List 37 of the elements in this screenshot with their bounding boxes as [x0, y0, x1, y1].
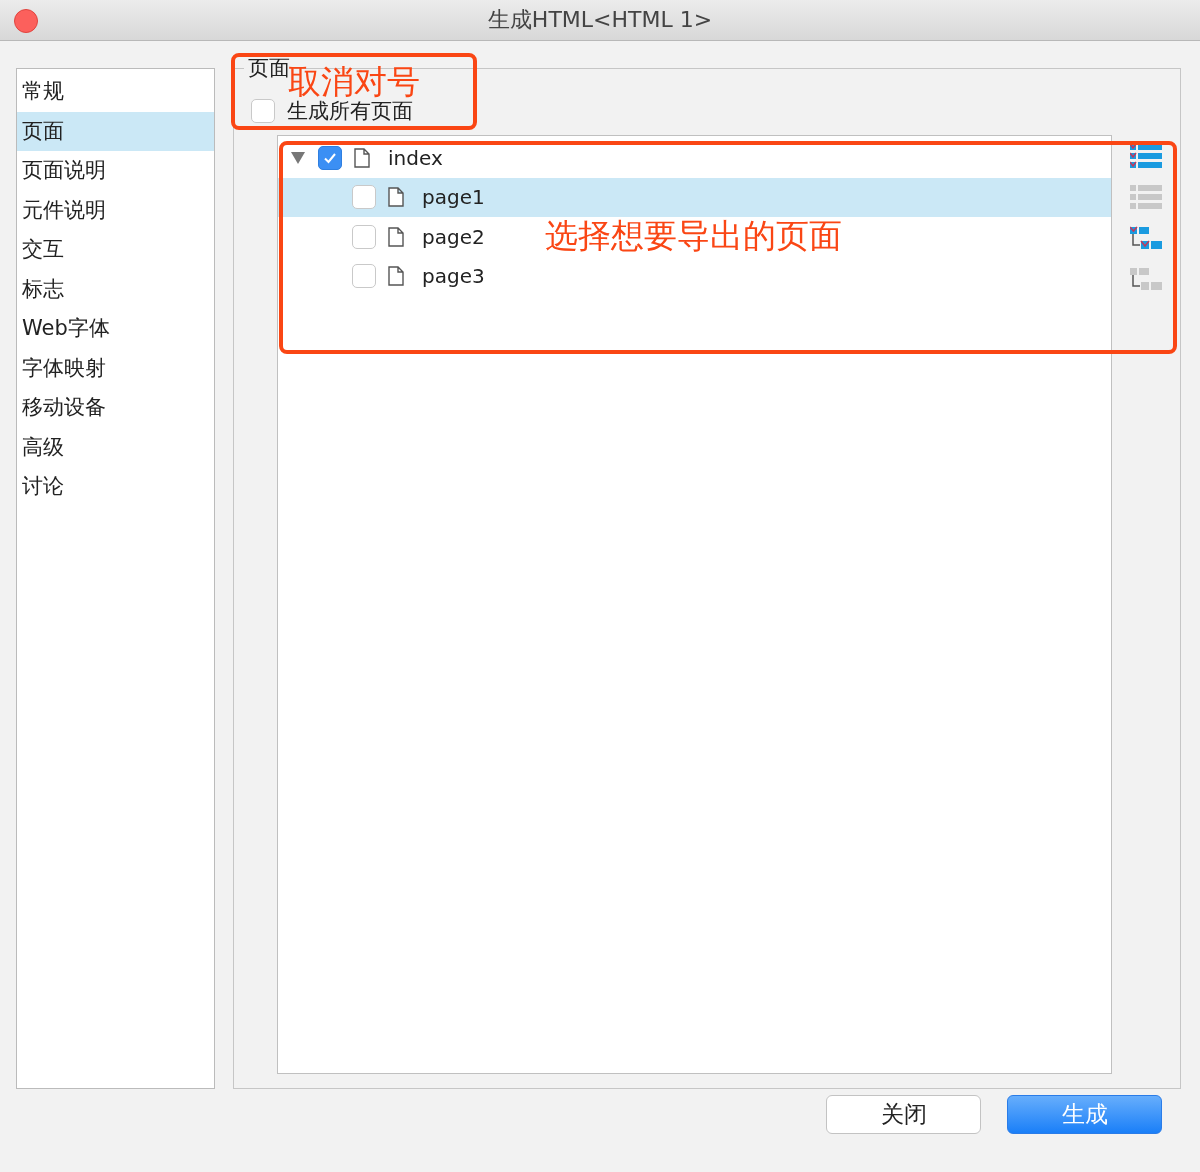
checkbox[interactable] — [318, 145, 342, 170]
page-icon — [388, 226, 404, 247]
close-button[interactable] — [14, 9, 38, 33]
sidebar-item[interactable]: 讨论 — [17, 467, 214, 507]
tree-icon[interactable] — [1130, 266, 1162, 292]
page-name: page3 — [422, 264, 485, 289]
checkbox-label: 生成所有页面 — [287, 98, 413, 125]
tree-row[interactable]: index — [278, 138, 449, 178]
tree-row[interactable]: page2 — [278, 217, 491, 257]
tree-check-icon[interactable] — [1130, 225, 1162, 251]
tree-row[interactable]: page3 — [278, 256, 491, 296]
page-icon — [388, 187, 404, 208]
sidebar-item[interactable]: Web字体 — [17, 309, 214, 349]
check-all-icon[interactable] — [1130, 143, 1162, 169]
sidebar-item[interactable]: 页面说明 — [17, 151, 214, 191]
page-icon — [354, 147, 370, 168]
tree-row[interactable]: page1 — [278, 177, 1111, 217]
window-title: 生成HTML<HTML 1> — [487, 6, 713, 34]
page-icon — [388, 266, 404, 287]
sidebar-item[interactable]: 交互 — [17, 230, 214, 270]
checkbox[interactable] — [352, 264, 376, 289]
checkbox[interactable] — [352, 185, 376, 210]
page-name: page1 — [422, 185, 485, 210]
page-name: index — [388, 145, 443, 170]
expand-triangle-icon[interactable] — [291, 151, 305, 164]
sidebar-item[interactable]: 常规 — [17, 72, 214, 112]
close-dialog-button[interactable]: 关闭 — [826, 1095, 981, 1134]
sidebar-item[interactable]: 标志 — [17, 269, 214, 309]
sidebar-item[interactable]: 高级 — [17, 427, 214, 467]
page-name: page2 — [422, 224, 485, 249]
checkbox[interactable] — [251, 99, 275, 123]
sidebar-item[interactable]: 字体映射 — [17, 348, 214, 388]
sidebar-item[interactable]: 元件说明 — [17, 190, 214, 230]
sidebar-item[interactable]: 页面 — [17, 111, 214, 151]
checkbox[interactable] — [352, 224, 376, 249]
sidebar-item[interactable]: 移动设备 — [17, 388, 214, 428]
annotation-text: 选择想要导出的页面 — [545, 215, 842, 257]
